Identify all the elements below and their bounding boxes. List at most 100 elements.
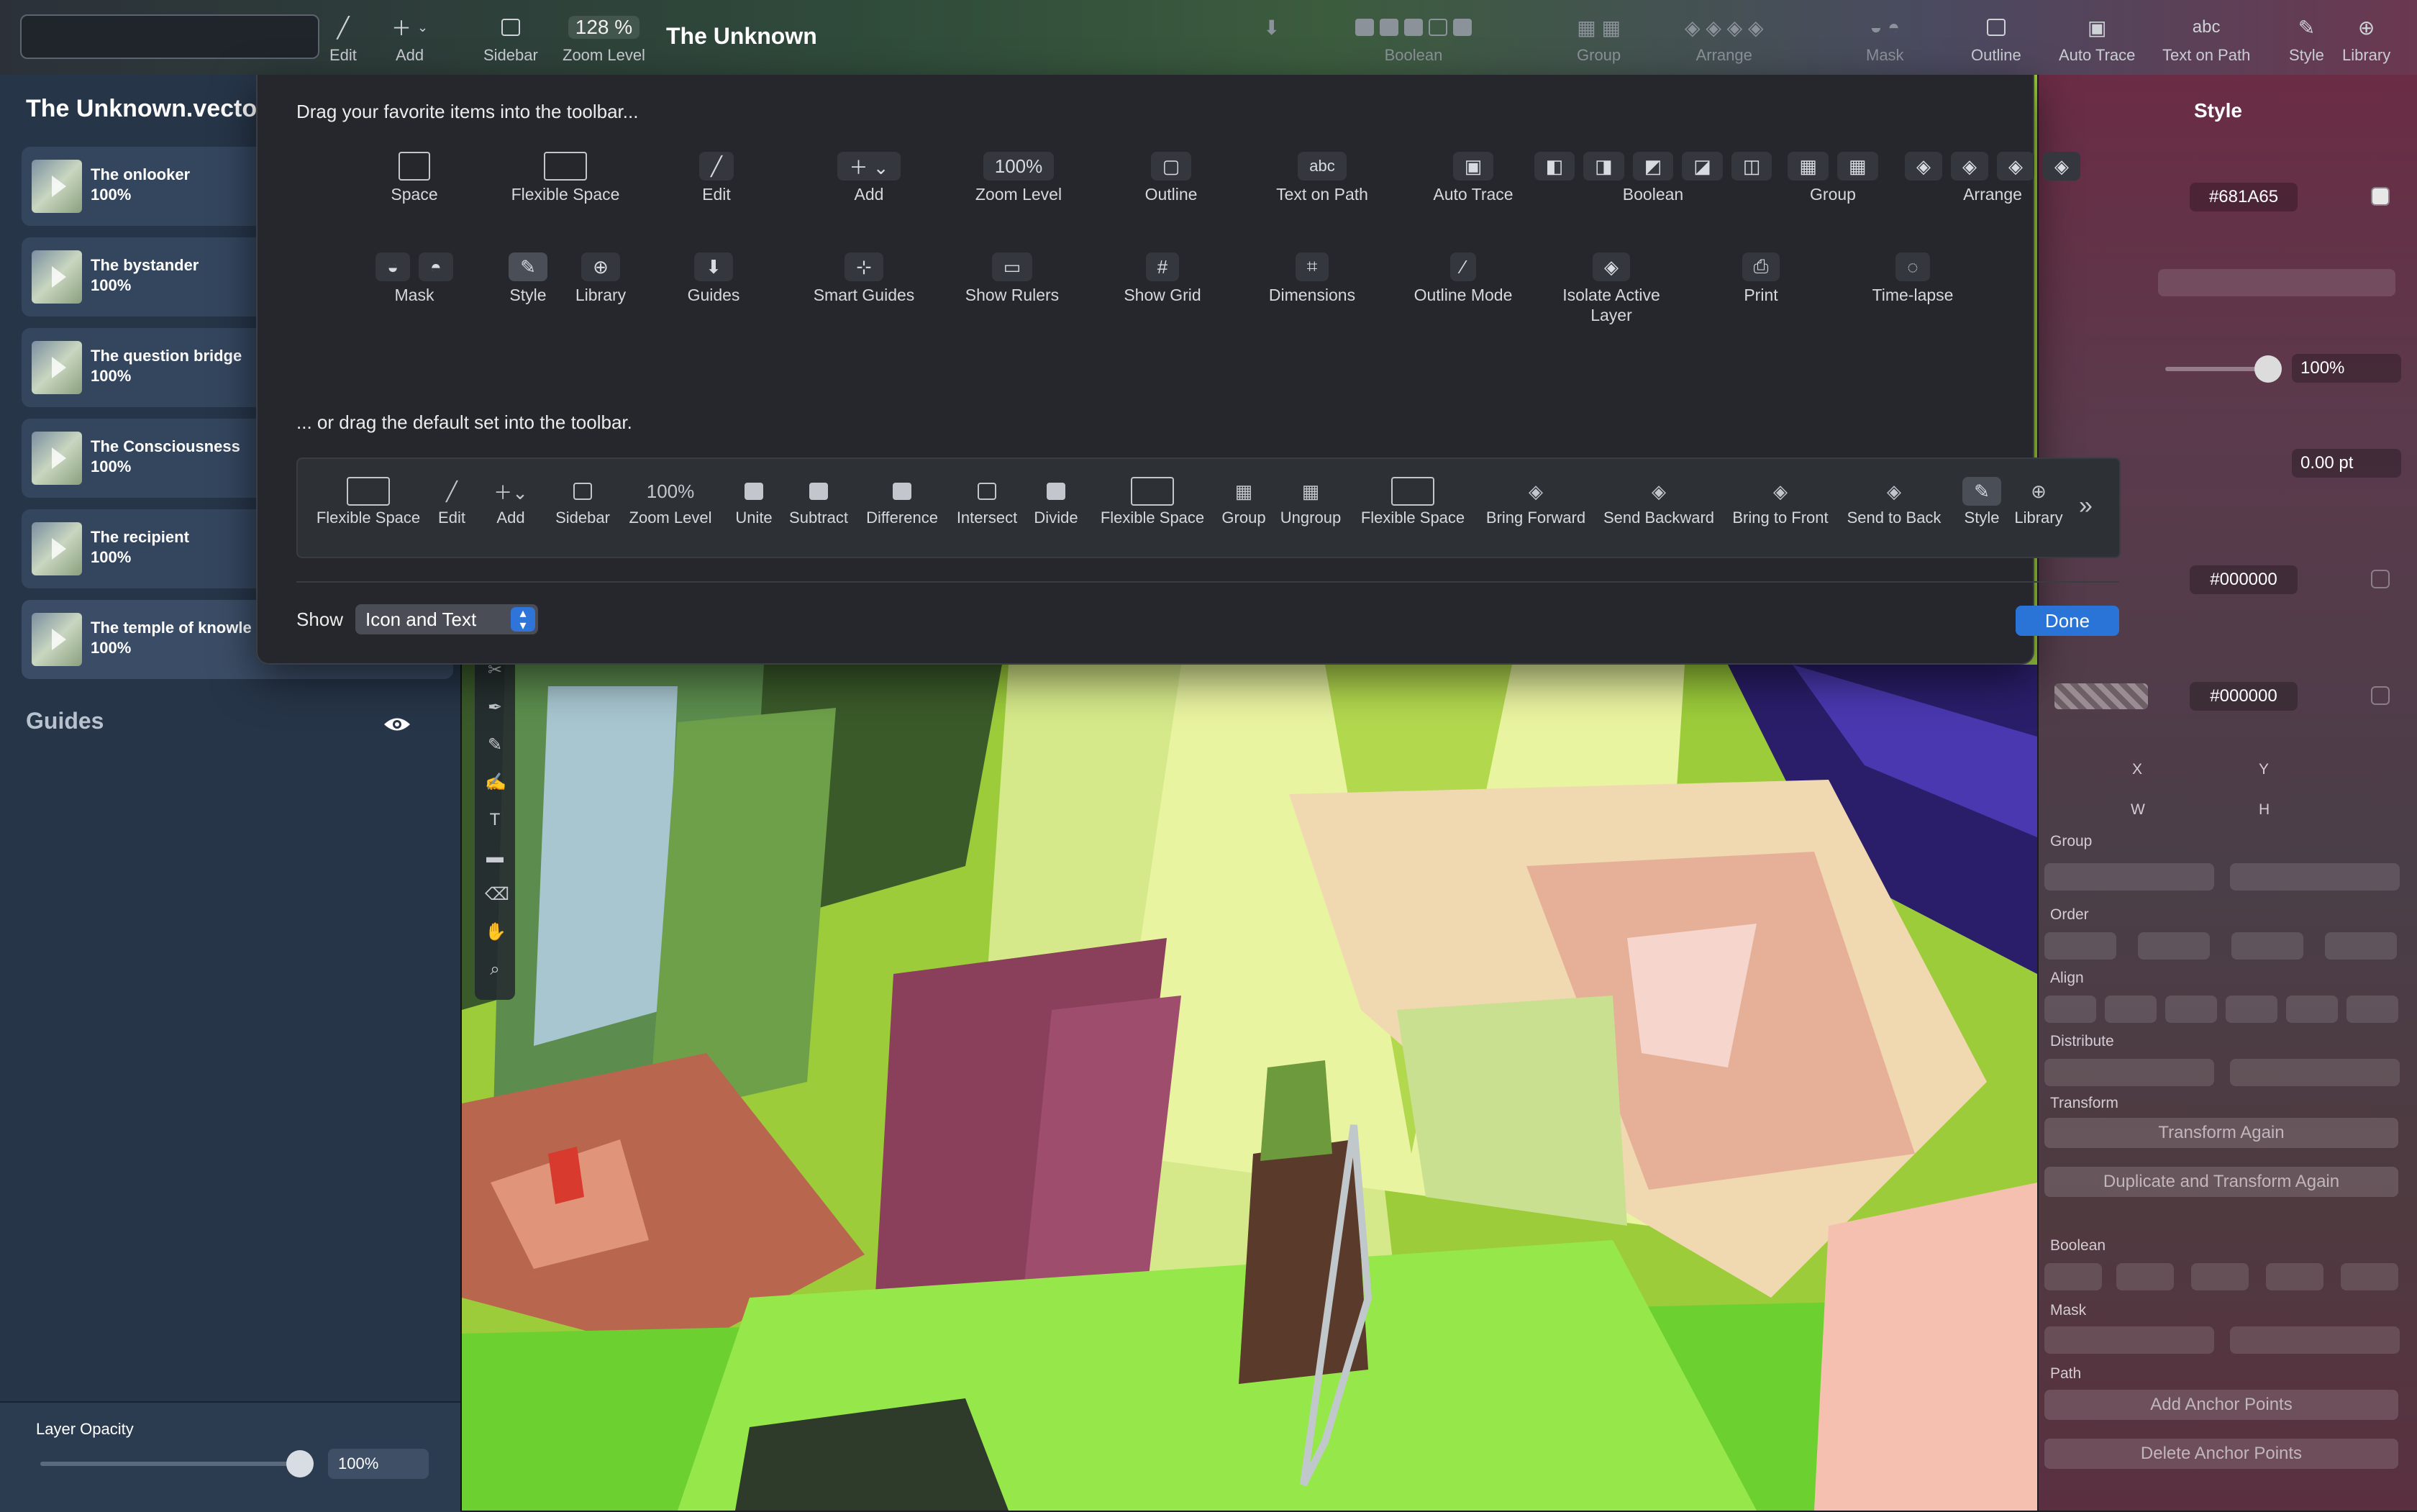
- group-button[interactable]: [2044, 863, 2214, 891]
- done-button[interactable]: Done: [2016, 606, 2119, 636]
- zoom-tool-icon[interactable]: ⌕: [485, 960, 505, 980]
- brush-tool-icon[interactable]: ✍: [485, 773, 506, 793]
- eraser-tool-icon[interactable]: ⌫: [485, 885, 509, 905]
- transform-again-button[interactable]: Transform Again: [2044, 1118, 2398, 1148]
- boolean-icon: ◧ ◨ ◩ ◪ ◫: [1534, 148, 1772, 184]
- chevron-overflow-icon[interactable]: »: [2079, 492, 2093, 520]
- toolbar-outline-button[interactable]: Outline: [1971, 9, 2021, 65]
- shadow-swatch[interactable]: [2054, 683, 2148, 709]
- rectangle-tool-icon[interactable]: ▬: [485, 847, 505, 867]
- toolbar-add-button[interactable]: ＋ ⌄ Add: [391, 9, 428, 65]
- fill-enabled-checkbox[interactable]: [2371, 187, 2390, 206]
- layer-opacity-field[interactable]: 100%: [328, 1449, 429, 1479]
- align-center-button[interactable]: [2105, 996, 2157, 1023]
- palette-outline[interactable]: ▢ Outline: [1135, 148, 1207, 204]
- toolbar-style-button[interactable]: ✎ Style: [2289, 9, 2324, 65]
- align-middle-button[interactable]: [2286, 996, 2338, 1023]
- duplicate-transform-button[interactable]: Duplicate and Transform Again: [2044, 1167, 2398, 1197]
- eye-icon[interactable]: [383, 715, 411, 734]
- palette-text-on-path[interactable]: abc Text on Path: [1275, 148, 1370, 204]
- text-tool-icon[interactable]: T: [485, 810, 505, 830]
- intersect-button[interactable]: [2191, 1263, 2249, 1290]
- subtract-button[interactable]: [2116, 1263, 2174, 1290]
- sidebar-icon: [501, 9, 520, 46]
- toolbar-mask-buttons[interactable]: ◒ ◓ Mask: [1866, 9, 1904, 65]
- palette-add[interactable]: ＋ ⌄ Add: [832, 148, 906, 204]
- palette-library[interactable]: ⊕ Library: [568, 249, 633, 305]
- unite-button[interactable]: [2044, 1263, 2102, 1290]
- hand-tool-icon[interactable]: ✋: [485, 922, 506, 942]
- toolbar-import-button[interactable]: ⬇: [1263, 9, 1280, 46]
- bring-forward-button[interactable]: [2044, 932, 2116, 960]
- palette-flexible-space[interactable]: Flexible Space: [508, 148, 623, 204]
- align-left-button[interactable]: [2044, 996, 2096, 1023]
- shadow-enabled-checkbox[interactable]: [2371, 686, 2390, 705]
- palette-group[interactable]: ▦ ▦ Group: [1788, 148, 1878, 204]
- layer-opacity-slider-knob[interactable]: [286, 1450, 314, 1477]
- zoom-value[interactable]: 128 %: [568, 16, 640, 39]
- fill-hex-field[interactable]: #681A65: [2190, 183, 2298, 211]
- document-title: The Unknown: [666, 23, 817, 49]
- opacity-slider[interactable]: [2165, 367, 2266, 371]
- align-right-button[interactable]: [2165, 996, 2217, 1023]
- align-bottom-button[interactable]: [2347, 996, 2398, 1023]
- stroke-hex-field[interactable]: #000000: [2190, 565, 2298, 594]
- unmask-button[interactable]: [2230, 1326, 2400, 1354]
- palette-edit[interactable]: ╱ Edit: [688, 148, 745, 204]
- palette-arrange[interactable]: ◈ ◈ ◈ ◈ Arrange: [1905, 148, 2080, 204]
- difference-button[interactable]: [2266, 1263, 2323, 1290]
- palette-boolean[interactable]: ◧ ◨ ◩ ◪ ◫ Boolean: [1534, 148, 1772, 204]
- align-top-button[interactable]: [2226, 996, 2277, 1023]
- toolbar-auto-trace-button[interactable]: ▣ Auto Trace: [2059, 9, 2135, 65]
- palette-outline-mode[interactable]: ⁄ Outline Mode: [1406, 249, 1521, 305]
- layer-opacity-slider[interactable]: [40, 1462, 305, 1466]
- tools-palette: ✂ ✒ ✎ ✍ T ▬ ⌫ ✋ ⌕: [475, 655, 515, 1000]
- palette-auto-trace[interactable]: ▣ Auto Trace: [1427, 148, 1519, 204]
- palette-show-rulers[interactable]: ▭ Show Rulers: [961, 249, 1063, 305]
- toolbar-group-buttons[interactable]: ▦ ▦ Group: [1577, 9, 1621, 65]
- search-field[interactable]: [20, 14, 319, 59]
- shadow-hex-field[interactable]: #000000: [2190, 682, 2298, 711]
- add-anchor-points-button[interactable]: Add Anchor Points: [2044, 1390, 2398, 1420]
- palette-smart-guides[interactable]: ⊹ Smart Guides: [809, 249, 919, 305]
- send-to-back-button[interactable]: [2325, 932, 2397, 960]
- toolbar-library-button[interactable]: ⊕ Library: [2342, 9, 2390, 65]
- zoom-level-icon: 100%: [646, 480, 695, 502]
- group-icon: ▦ ▦: [1788, 148, 1878, 184]
- ungroup-button[interactable]: [2230, 863, 2400, 891]
- toolbar-sidebar-button[interactable]: Sidebar: [483, 9, 538, 65]
- opacity-slider-knob[interactable]: [2254, 355, 2282, 383]
- palette-style[interactable]: ✎ Style: [508, 249, 548, 305]
- palette-mask[interactable]: ◒ ◓ Mask: [371, 249, 458, 305]
- chevron-up-down-icon[interactable]: ▴ ▾: [511, 606, 535, 632]
- palette-dimensions[interactable]: ⌗ Dimensions: [1263, 249, 1361, 305]
- palette-guides[interactable]: ⬇ Guides: [681, 249, 747, 305]
- toolbar-zoom-level[interactable]: 128 % Zoom Level: [563, 9, 645, 65]
- default-library: ⊕ Library: [2011, 475, 2066, 528]
- send-backward-button[interactable]: [2138, 932, 2210, 960]
- bring-to-front-button[interactable]: [2231, 932, 2303, 960]
- delete-anchor-points-button[interactable]: Delete Anchor Points: [2044, 1439, 2398, 1469]
- toolbar-arrange-buttons[interactable]: ◈ ◈ ◈ ◈ Arrange: [1685, 9, 1763, 65]
- distribute-horizontal-button[interactable]: [2044, 1059, 2214, 1086]
- stroke-width-field[interactable]: 0.00 pt: [2292, 449, 2401, 478]
- pencil-tool-icon[interactable]: ✎: [485, 735, 505, 755]
- mask-button[interactable]: [2044, 1326, 2214, 1354]
- auto-trace-icon: ▣: [2087, 16, 2107, 39]
- palette-space[interactable]: Space: [377, 148, 452, 204]
- palette-show-grid[interactable]: # Show Grid: [1119, 249, 1206, 305]
- blend-mode-select[interactable]: [2158, 269, 2395, 296]
- palette-zoom-level[interactable]: 100% Zoom Level: [968, 148, 1069, 204]
- distribute-vertical-button[interactable]: [2230, 1059, 2400, 1086]
- opacity-field[interactable]: 100%: [2292, 354, 2401, 383]
- palette-isolate-active-layer[interactable]: ◈ Isolate Active Layer: [1547, 249, 1676, 325]
- pen-tool-icon[interactable]: ✒: [485, 698, 505, 718]
- palette-print[interactable]: ⎙ Print: [1729, 249, 1793, 305]
- layer-opacity-label: Layer Opacity: [36, 1420, 134, 1438]
- toolbar-boolean-group[interactable]: Boolean: [1355, 9, 1472, 65]
- toolbar-text-on-path-button[interactable]: abc Text on Path: [2162, 9, 2250, 65]
- toolbar-edit-button[interactable]: ╱ Edit: [329, 9, 357, 65]
- divide-button[interactable]: [2341, 1263, 2398, 1290]
- palette-time-lapse[interactable]: ◌ Time-lapse: [1860, 249, 1965, 305]
- stroke-enabled-checkbox[interactable]: [2371, 570, 2390, 588]
